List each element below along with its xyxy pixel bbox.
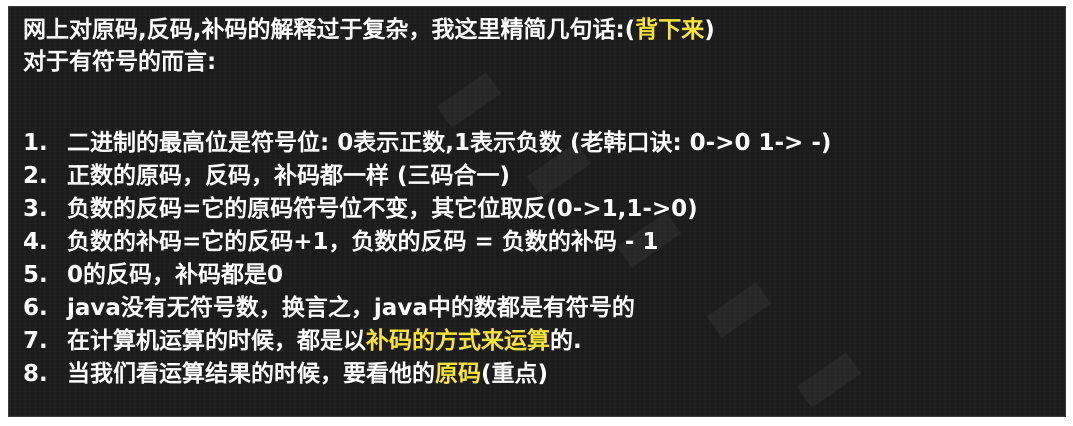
rule-item-4: 4. 负数的补码=它的反码+1，负数的反码 = 负数的补码 - 1	[23, 227, 658, 257]
rule-number: 2.	[23, 163, 48, 189]
rule-text: 的.	[550, 328, 582, 354]
rule-text: (重点)	[481, 361, 549, 387]
header-subtitle: 对于有符号的而言:	[23, 49, 217, 75]
rule-number: 7.	[23, 328, 48, 354]
rule-text: 0的反码，补码都是0	[67, 262, 284, 288]
rule-number: 4.	[23, 229, 48, 255]
header-highlight: 背下来	[635, 17, 705, 43]
header-text: 网上对原码,反码,补码的解释过于复杂，我这里精简几句话:(	[23, 17, 636, 43]
rule-text: 正数的原码，反码，补码都一样 (三码合一)	[67, 163, 511, 189]
rule-item-3: 3. 负数的反码=它的原码符号位不变，其它位取反(0->1,1->0)	[23, 194, 698, 224]
rule-number: 5.	[23, 262, 48, 288]
header-close-paren: )	[704, 17, 715, 43]
rule-number: 6.	[23, 295, 48, 321]
watermark-mark	[706, 282, 772, 338]
rule-text: 负数的反码=它的原码符号位不变，其它位取反(0->1,1->0)	[67, 196, 698, 222]
rule-text: 负数的补码=它的反码+1，负数的反码 = 负数的补码 - 1	[67, 229, 659, 255]
page-frame: 网上对原码,反码,补码的解释过于复杂，我这里精简几句话:(背下来) 对于有符号的…	[0, 0, 1073, 426]
rule-highlight: 原码	[435, 361, 481, 387]
watermark-mark	[796, 352, 862, 408]
rule-number: 1.	[23, 130, 48, 156]
rule-text: 当我们看运算结果的时候，要看他的	[67, 361, 435, 387]
rule-number: 8.	[23, 361, 48, 387]
rule-number: 3.	[23, 196, 48, 222]
rule-item-2: 2. 正数的原码，反码，补码都一样 (三码合一)	[23, 161, 510, 191]
watermark-mark	[436, 72, 502, 128]
header-line-2: 对于有符号的而言:	[23, 47, 216, 77]
rule-item-8: 8. 当我们看运算结果的时候，要看他的原码(重点)	[23, 359, 548, 389]
rule-text: 二进制的最高位是符号位: 0表示正数,1表示负数 (老韩口诀: 0->0 1->…	[67, 130, 832, 156]
slide-panel: 网上对原码,反码,补码的解释过于复杂，我这里精简几句话:(背下来) 对于有符号的…	[8, 6, 1066, 417]
rule-item-1: 1. 二进制的最高位是符号位: 0表示正数,1表示负数 (老韩口诀: 0->0 1…	[23, 128, 831, 158]
rule-highlight: 补码的方式来运算	[366, 328, 550, 354]
rule-text: 在计算机运算的时候，都是以	[67, 328, 366, 354]
rule-item-6: 6. java没有无符号数，换言之，java中的数都是有符号的	[23, 293, 635, 323]
rule-item-7: 7. 在计算机运算的时候，都是以补码的方式来运算的.	[23, 326, 582, 356]
header-line-1: 网上对原码,反码,补码的解释过于复杂，我这里精简几句话:(背下来)	[23, 15, 715, 45]
rule-item-5: 5. 0的反码，补码都是0	[23, 260, 283, 290]
rule-text: java没有无符号数，换言之，java中的数都是有符号的	[67, 295, 635, 321]
